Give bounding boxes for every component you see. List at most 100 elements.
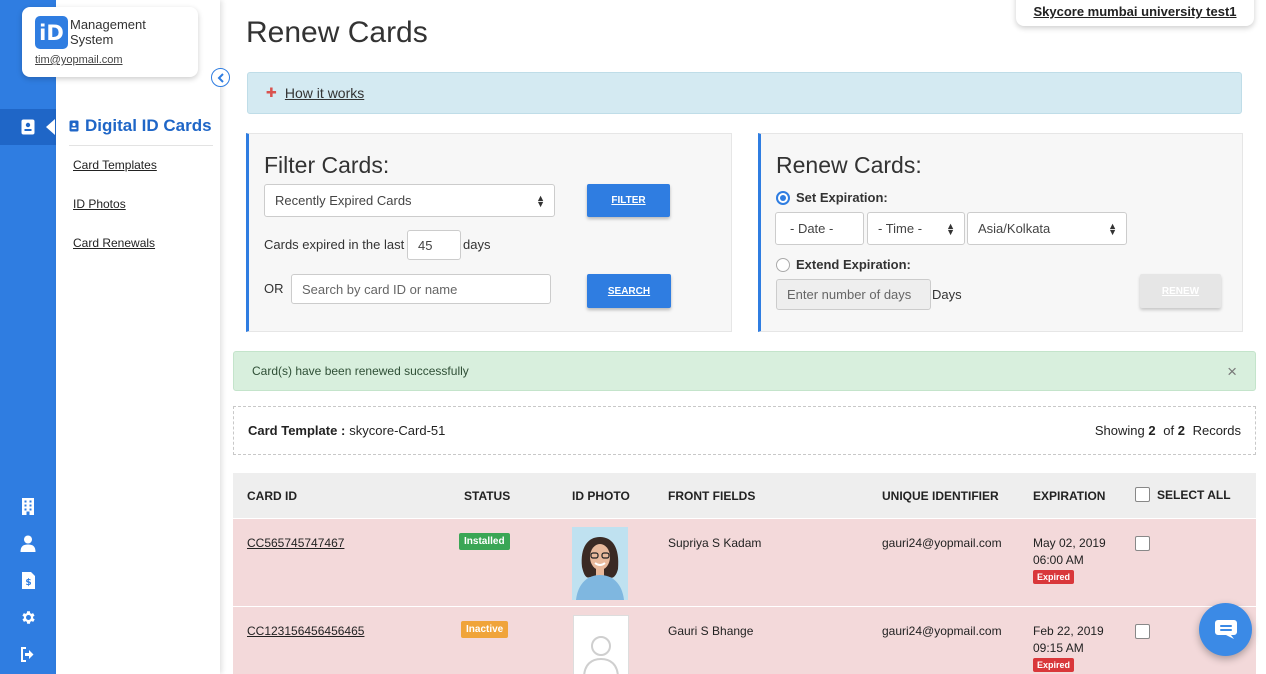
- sidebar-link-card-templates[interactable]: Card Templates: [73, 158, 157, 172]
- icon-rail: $: [0, 0, 56, 674]
- filter-button[interactable]: FILTER: [587, 184, 670, 217]
- showing-prefix: Showing: [1094, 423, 1145, 438]
- extend-days-suffix: Days: [932, 287, 962, 302]
- table-row: CC123156456456465 Inactive Gauri S Bhang…: [233, 606, 1256, 674]
- document-dollar-icon: $: [21, 571, 35, 589]
- sidebar-link-card-renewals[interactable]: Card Renewals: [73, 236, 155, 250]
- sidebar-title: Digital ID Cards: [69, 116, 212, 136]
- rail-item-settings[interactable]: [0, 599, 56, 635]
- logo-card: iD Management System tim@yopmail.com: [22, 7, 198, 77]
- records-label: Records: [1192, 423, 1241, 438]
- chevron-left-icon: [217, 72, 224, 83]
- id-card-icon: [21, 119, 35, 135]
- plus-icon: ✚: [266, 85, 277, 100]
- time-select[interactable]: - Time - ▲ ▼: [867, 212, 965, 245]
- secondary-sidebar: [56, 0, 220, 674]
- how-it-works-bar: ✚ How it works: [247, 72, 1242, 114]
- set-expiration-label: Set Expiration:: [796, 190, 888, 205]
- logout-icon: [20, 646, 33, 662]
- select-caret-icon: ▲ ▼: [1108, 220, 1117, 237]
- header-front-fields: FRONT FIELDS: [668, 489, 756, 503]
- filter-type-select[interactable]: Recently Expired Cards ▲ ▼: [264, 184, 555, 217]
- records-count: Showing 2 of 2 Records: [1095, 423, 1241, 438]
- row-select-checkbox[interactable]: [1135, 536, 1150, 551]
- front-fields-value: Gauri S Bhange: [668, 624, 754, 638]
- select-all-checkbox[interactable]: [1135, 487, 1150, 502]
- organization-selector[interactable]: Skycore mumbai university test1: [1016, 0, 1254, 26]
- cards-table: CARD ID STATUS ID PHOTO FRONT FIELDS UNI…: [233, 473, 1256, 674]
- close-icon[interactable]: ×: [1227, 363, 1237, 380]
- sidebar-title-text: Digital ID Cards: [85, 116, 212, 135]
- id-photo-placeholder[interactable]: [573, 615, 629, 674]
- card-template-value: skycore-Card-51: [349, 423, 446, 438]
- rail-item-billing[interactable]: $: [0, 562, 56, 598]
- user-icon: [20, 535, 36, 552]
- expired-days-input[interactable]: 45: [407, 230, 461, 260]
- set-expiration-radio[interactable]: [776, 191, 790, 205]
- header-unique-identifier[interactable]: UNIQUE IDENTIFIER: [882, 489, 999, 503]
- date-picker[interactable]: - Date -: [775, 212, 864, 245]
- brand-name-line2: System: [70, 32, 114, 47]
- header-expiration[interactable]: EXPIRATION: [1033, 489, 1105, 503]
- page-title: Renew Cards: [246, 16, 428, 49]
- renew-cards-panel: Renew Cards: Set Expiration: - Date - - …: [758, 133, 1243, 332]
- collapse-sidebar-button[interactable]: [211, 68, 230, 87]
- user-email-link[interactable]: tim@yopmail.com: [35, 54, 123, 66]
- active-indicator: [46, 119, 55, 135]
- sidebar-divider: [69, 145, 213, 146]
- header-card-id[interactable]: CARD ID: [247, 489, 297, 503]
- app: $ iD Management System tim@yopmail.com D…: [0, 0, 1266, 674]
- extend-expiration-label: Extend Expiration:: [796, 257, 911, 272]
- card-id-link[interactable]: CC565745747467: [247, 536, 344, 550]
- logo-text: Management System: [70, 17, 146, 47]
- expired-prefix-label: Cards expired in the last: [264, 237, 405, 252]
- extend-expiration-radio[interactable]: [776, 258, 790, 272]
- avatar-placeholder-icon: [574, 616, 628, 674]
- rail-item-users[interactable]: [0, 525, 56, 561]
- card-id-link[interactable]: CC123156456456465: [247, 624, 364, 638]
- total-count: 2: [1177, 423, 1185, 438]
- brand-name-line1: Management: [70, 17, 146, 32]
- select-caret-icon: ▲ ▼: [536, 192, 545, 209]
- timezone-select[interactable]: Asia/Kolkata ▲ ▼: [967, 212, 1127, 245]
- extend-days-input[interactable]: Enter number of days: [776, 279, 931, 310]
- front-fields-value: Supriya S Kadam: [668, 536, 762, 550]
- expiration-time: 06:00 AM: [1033, 553, 1084, 567]
- id-photo[interactable]: [572, 527, 628, 600]
- unique-identifier-value: gauri24@yopmail.com: [882, 624, 1002, 638]
- person-photo: [572, 527, 628, 600]
- time-value: - Time -: [878, 221, 923, 236]
- expiration-date: Feb 22, 2019: [1033, 624, 1104, 638]
- filter-heading: Filter Cards:: [264, 152, 390, 178]
- renew-heading: Renew Cards:: [776, 152, 922, 178]
- search-button[interactable]: SEARCH: [587, 274, 671, 308]
- rail-item-organization[interactable]: [0, 488, 56, 524]
- logo-icon: iD: [35, 16, 68, 49]
- expired-badge: Expired: [1033, 658, 1075, 672]
- timezone-value: Asia/Kolkata: [978, 221, 1051, 236]
- status-badge: Inactive: [461, 621, 509, 638]
- select-caret-icon: ▲ ▼: [946, 220, 955, 237]
- building-icon: [22, 497, 34, 515]
- card-template-label: Card Template :: [248, 423, 346, 438]
- how-it-works-link[interactable]: How it works: [285, 85, 364, 101]
- table-header: CARD ID STATUS ID PHOTO FRONT FIELDS UNI…: [233, 473, 1256, 518]
- rail-item-logout[interactable]: [0, 636, 56, 672]
- expiration-date: May 02, 2019: [1033, 536, 1106, 550]
- search-input[interactable]: Search by card ID or name: [291, 274, 551, 304]
- header-status[interactable]: STATUS: [464, 489, 510, 503]
- header-id-photo: ID PHOTO: [572, 489, 630, 503]
- filter-type-value: Recently Expired Cards: [275, 193, 412, 208]
- or-label: OR: [264, 281, 284, 296]
- chat-button[interactable]: [1199, 603, 1252, 656]
- shown-count: 2: [1148, 423, 1156, 438]
- filter-cards-panel: Filter Cards: Recently Expired Cards ▲ ▼ …: [246, 133, 732, 332]
- of-label: of: [1163, 423, 1175, 438]
- status-badge: Installed: [459, 533, 510, 550]
- sidebar-link-id-photos[interactable]: ID Photos: [73, 197, 126, 211]
- row-select-checkbox[interactable]: [1135, 624, 1150, 639]
- card-template-bar: Card Template : skycore-Card-51 Showing …: [233, 406, 1256, 455]
- renew-button[interactable]: RENEW: [1140, 274, 1221, 308]
- unique-identifier-value: gauri24@yopmail.com: [882, 536, 1002, 550]
- id-card-small-icon: [69, 120, 79, 132]
